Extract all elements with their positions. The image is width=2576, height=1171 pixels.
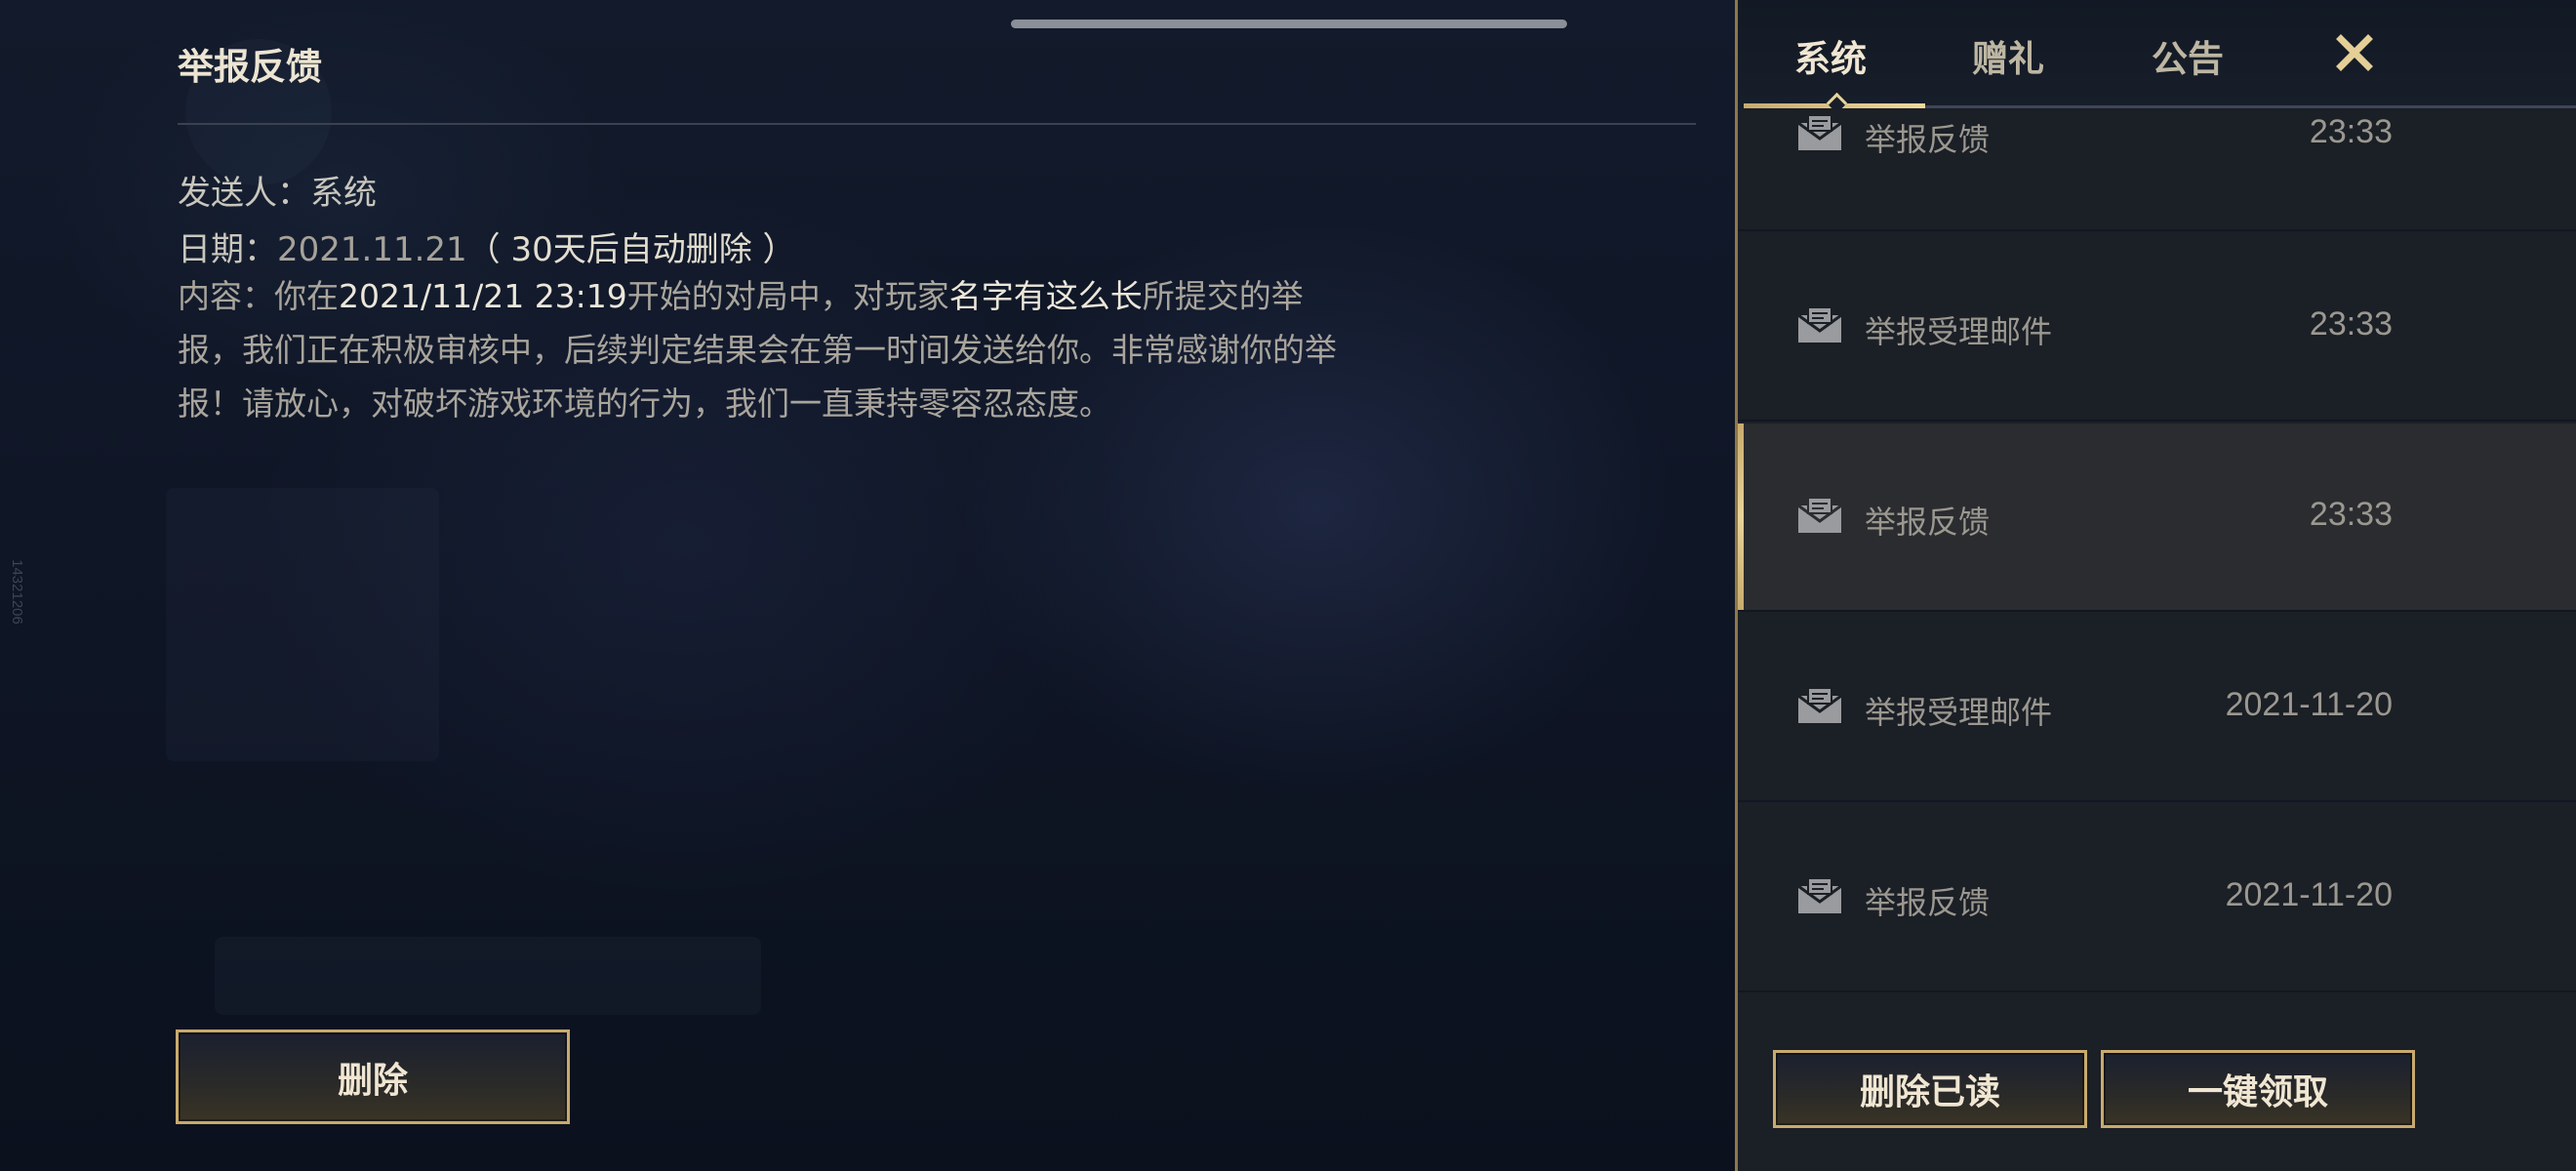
mail-detail-pane: 14321206 举报反馈 发送人：系统 日期：2021.11.21（ 30天后… <box>0 0 1735 1171</box>
mailbox-footer: 删除已读 一键领取 <box>1738 993 2576 1171</box>
envelope-icon <box>1797 114 1842 150</box>
background-bar-shape <box>215 937 761 1015</box>
mail-item-title: 举报反馈 <box>1865 121 1991 158</box>
mail-list[interactable]: 举报反馈 23:33 举报受理邮件 23:33 举报反馈 23:33 举报受理邮… <box>1738 109 2576 993</box>
auto-delete-note: （ 30天后自动删除 ） <box>466 230 796 269</box>
mail-item-selected[interactable]: 举报反馈 23:33 <box>1738 424 2576 612</box>
mail-item-time: 2021-11-20 <box>2225 876 2393 913</box>
mail-item[interactable]: 举报反馈 2021-11-20 <box>1738 804 2576 992</box>
sender-value: 系统 <box>310 174 377 213</box>
mail-item-title: 举报受理邮件 <box>1865 694 2053 731</box>
tab-announcements[interactable]: 公告 <box>2152 29 2224 82</box>
content-text-2: 开始的对局中，对玩家 <box>626 277 949 315</box>
reported-player-name: 名字有这么长 <box>948 277 1143 315</box>
mail-item[interactable]: 举报受理邮件 2021-11-20 <box>1738 614 2576 802</box>
match-time: 2021/11/21 23:19 <box>339 277 627 315</box>
home-indicator[interactable] <box>1011 20 1567 28</box>
mail-item[interactable]: 举报反馈 23:33 <box>1738 109 2576 231</box>
envelope-icon <box>1797 687 1842 723</box>
date-line: 日期：2021.11.21（ 30天后自动删除 ） <box>178 222 796 270</box>
side-id-text: 14321206 <box>8 558 25 625</box>
mailbox-panel: 系统 赠礼 公告 举报反馈 23:33 举报受理邮件 23:33 举报反馈 23… <box>1735 0 2576 1171</box>
content-text-1: 你在 <box>274 277 339 315</box>
envelope-icon <box>1797 877 1842 913</box>
mailbox-tab-bar: 系统 赠礼 公告 <box>1738 0 2576 114</box>
mail-item-time: 23:33 <box>2309 496 2393 533</box>
delete-button[interactable]: 删除 <box>176 1030 570 1124</box>
mail-title: 举报反馈 <box>178 46 322 88</box>
title-divider <box>178 123 1696 125</box>
mail-item-time: 23:33 <box>2309 305 2393 343</box>
content-label: 内容： <box>178 277 274 315</box>
claim-all-button[interactable]: 一键领取 <box>2101 1050 2415 1128</box>
close-button[interactable] <box>2325 23 2384 82</box>
mail-item-title: 举报受理邮件 <box>1865 313 2053 350</box>
tab-gifts[interactable]: 赠礼 <box>1972 29 2044 82</box>
delete-read-button[interactable]: 删除已读 <box>1773 1050 2087 1128</box>
envelope-icon <box>1797 497 1842 533</box>
sender-label: 发送人： <box>178 174 310 213</box>
date-label: 日期： <box>178 230 277 269</box>
mail-item-time: 23:33 <box>2309 113 2393 150</box>
close-icon <box>2336 34 2373 71</box>
tab-system[interactable]: 系统 <box>1794 29 1867 82</box>
mail-item[interactable]: 举报受理邮件 23:33 <box>1738 233 2576 422</box>
envelope-icon <box>1797 306 1842 343</box>
mail-content: 内容：你在2021/11/21 23:19开始的对局中，对玩家名字有这么长所提交… <box>178 269 1358 430</box>
background-panel-shape <box>166 488 439 761</box>
date-value: 2021.11.21 <box>277 230 467 269</box>
mail-item-title: 举报反馈 <box>1865 504 1991 541</box>
mail-item-title: 举报反馈 <box>1865 884 1991 921</box>
mail-item-time: 2021-11-20 <box>2225 686 2393 723</box>
sender-line: 发送人：系统 <box>178 166 377 214</box>
